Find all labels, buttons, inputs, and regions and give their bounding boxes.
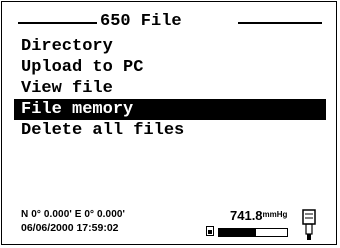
- title-rule-right: [238, 22, 322, 24]
- menu-item-directory[interactable]: Directory: [14, 36, 326, 57]
- file-menu: Directory Upload to PC View file File me…: [14, 36, 326, 141]
- probe-icon: [302, 209, 316, 240]
- menu-item-delete-all-files[interactable]: Delete all files: [14, 120, 326, 141]
- page-title: 650 File: [100, 12, 182, 31]
- pressure-value: 741.8: [230, 208, 263, 223]
- gps-coordinates: N 0° 0.000' E 0° 0.000': [21, 209, 126, 220]
- battery-icon: [206, 226, 214, 236]
- battery-level-fill: [219, 229, 257, 236]
- battery-level-bar: BLPBH: [218, 228, 288, 237]
- menu-item-view-file[interactable]: View file: [14, 78, 326, 99]
- title-bar: 650 File: [12, 12, 328, 32]
- pressure-unit: mmHg: [262, 210, 288, 219]
- menu-item-file-memory[interactable]: File memory: [14, 99, 326, 120]
- date-time: 06/06/2000 17:59:02: [21, 222, 119, 234]
- battery-label: BLPBH: [263, 229, 281, 235]
- barometric-pressure: 741.8mmHg: [230, 207, 287, 225]
- menu-item-upload-to-pc[interactable]: Upload to PC: [14, 57, 326, 78]
- status-bar: N 0° 0.000' E 0° 0.000' 06/06/2000 17:59…: [14, 207, 326, 243]
- title-rule-left: [18, 22, 97, 24]
- device-screen: 650 File Directory Upload to PC View fil…: [1, 1, 337, 245]
